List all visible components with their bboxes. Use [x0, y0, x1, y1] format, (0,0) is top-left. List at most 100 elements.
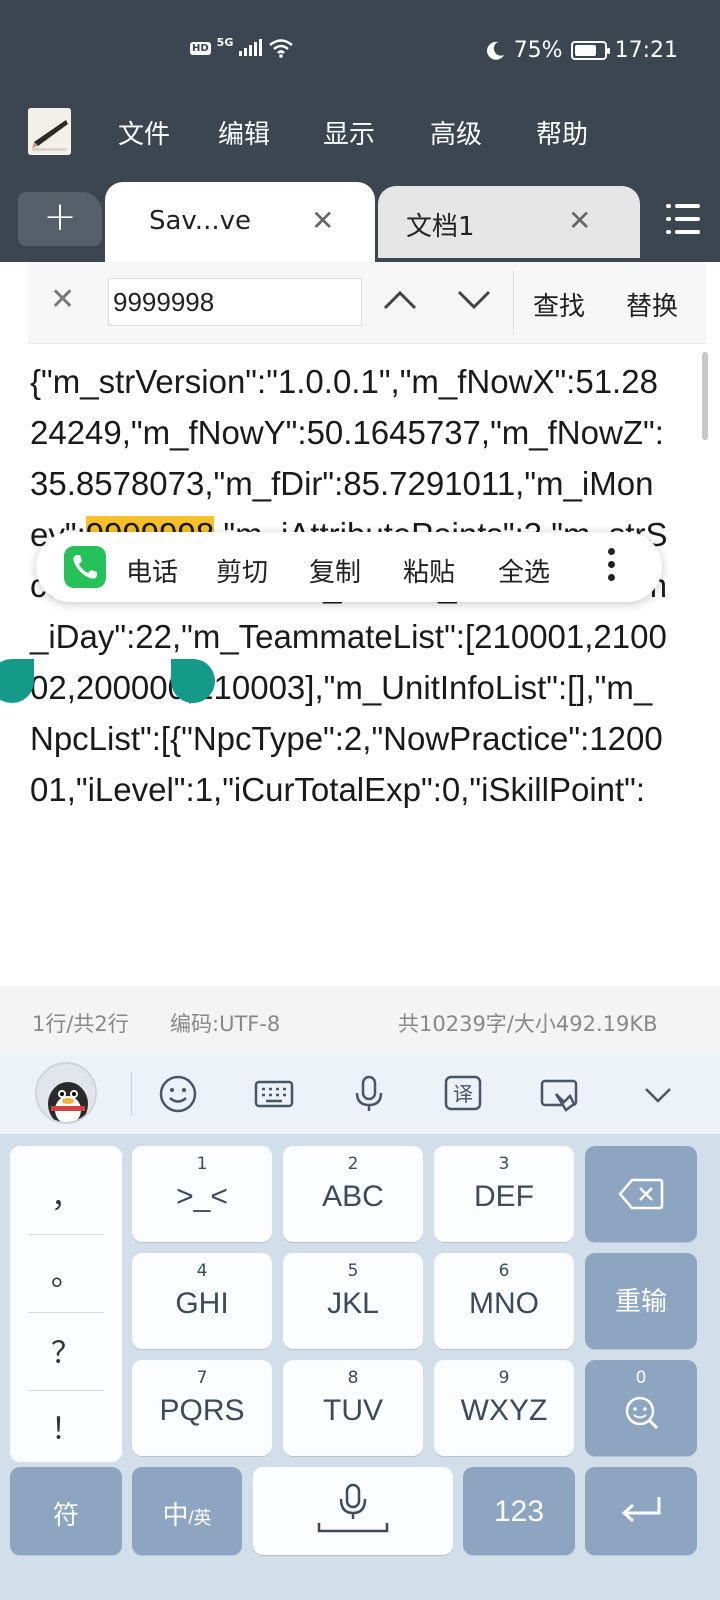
key-label: TUV [323, 1394, 383, 1427]
key-number: 7 [196, 1368, 208, 1388]
network-type: 5G [216, 35, 234, 49]
wifi-icon [269, 39, 294, 58]
key-8[interactable]: 8 TUV [283, 1360, 423, 1456]
punct-exclaim[interactable]: ！ [10, 1404, 122, 1448]
battery-fill [574, 45, 596, 56]
key-2[interactable]: 2 ABC [283, 1146, 423, 1242]
menu-file[interactable]: 文件 [118, 114, 170, 151]
key-label: 符 [52, 1500, 79, 1530]
menu-paste[interactable]: 粘贴 [403, 552, 455, 589]
selection-end-handle[interactable] [171, 659, 215, 703]
key-label: JKL [327, 1287, 379, 1320]
menu-view[interactable]: 显示 [323, 114, 375, 151]
new-tab-button[interactable]: + [18, 192, 102, 246]
scrollbar[interactable] [702, 352, 708, 440]
menu-call[interactable]: 电话 [126, 552, 178, 589]
encoding-info: 编码:UTF-8 [170, 1012, 281, 1036]
key-6[interactable]: 6 MNO [434, 1253, 574, 1349]
status-bar: HD 5G 75% 17:21 [0, 0, 720, 82]
punct-question[interactable]: ？ [10, 1328, 122, 1372]
battery-icon [570, 41, 610, 60]
menu-bar: 文件 编辑 显示 高级 帮助 [0, 82, 720, 182]
key-number: 5 [347, 1261, 359, 1281]
key-label: 123 [493, 1495, 545, 1528]
menu-edit[interactable]: 编辑 [218, 114, 270, 151]
lang-main: 中 [162, 1500, 189, 1530]
key-number: 3 [498, 1154, 510, 1174]
smart-search-icon [625, 1396, 659, 1430]
key-label: 中/英 [132, 1495, 242, 1532]
key-0-search[interactable]: 0 [585, 1360, 697, 1456]
hd-badge: HD [190, 41, 211, 55]
key-label: >_< [176, 1180, 228, 1213]
close-tab-icon[interactable]: ✕ [568, 204, 591, 237]
space-key[interactable] [253, 1467, 453, 1555]
key-label: 重输 [614, 1286, 667, 1316]
search-input[interactable] [108, 278, 362, 326]
selection-start-handle[interactable] [0, 659, 34, 703]
divider [513, 270, 514, 334]
editor-content[interactable]: {"m_strVersion":"1.0.0.1","m_fNowX":51.2… [0, 344, 720, 986]
key-1[interactable]: 1 >_< [132, 1146, 272, 1242]
moon-icon [486, 41, 504, 60]
divider [28, 1234, 104, 1235]
handwriting-icon[interactable] [540, 1074, 580, 1114]
key-4[interactable]: 4 GHI [132, 1253, 272, 1349]
menu-help[interactable]: 帮助 [536, 114, 588, 151]
menu-cut[interactable]: 剪切 [216, 552, 268, 589]
more-options-icon[interactable] [606, 548, 616, 588]
signal-indicators: HD 5G [190, 35, 294, 58]
key-7[interactable]: 7 PQRS [132, 1360, 272, 1456]
penguin-avatar-icon[interactable] [35, 1062, 97, 1124]
key-5[interactable]: 5 JKL [283, 1253, 423, 1349]
document-info-bar: 1行/共2行 编码:UTF-8 共10239字/大小492.19KB [0, 986, 720, 1054]
key-number: 9 [498, 1368, 510, 1388]
key-label: PQRS [159, 1394, 245, 1427]
numbers-key[interactable]: 123 [463, 1467, 575, 1555]
key-label: MNO [469, 1287, 539, 1320]
phone-icon[interactable] [64, 546, 106, 588]
menu-copy[interactable]: 复制 [309, 552, 361, 589]
key-label: DEF [474, 1180, 534, 1213]
enter-icon [621, 1497, 661, 1523]
divider [28, 1312, 104, 1313]
emoji-icon[interactable] [158, 1074, 198, 1114]
punct-period[interactable]: 。 [10, 1250, 122, 1294]
find-button[interactable]: 查找 [533, 286, 585, 323]
tab-list-icon[interactable] [666, 202, 700, 236]
previous-match-icon[interactable] [380, 284, 420, 314]
symbols-key[interactable]: 符 [10, 1467, 122, 1555]
divider [28, 1390, 104, 1391]
app-logo-icon[interactable] [28, 108, 71, 155]
keyboard-toolbar: 译 [0, 1054, 720, 1134]
key-3[interactable]: 3 DEF [434, 1146, 574, 1242]
tab-save[interactable]: Sav...ve ✕ [105, 182, 375, 262]
enter-key[interactable] [585, 1467, 697, 1555]
lang-alt: /英 [188, 1508, 212, 1528]
key-label: GHI [175, 1287, 229, 1320]
tab-document1[interactable]: 文档1 ✕ [378, 186, 640, 258]
menu-advanced[interactable]: 高级 [430, 114, 482, 151]
backspace-icon [618, 1178, 664, 1210]
retype-key[interactable]: 重输 [585, 1253, 697, 1349]
key-label: ABC [322, 1180, 384, 1213]
backspace-key[interactable] [585, 1146, 697, 1242]
tab-label: Sav...ve [149, 206, 251, 236]
next-match-icon[interactable] [454, 284, 494, 314]
punctuation-column[interactable]: ， 。 ？ ！ [10, 1146, 122, 1462]
key-9[interactable]: 9 WXYZ [434, 1360, 574, 1456]
punct-comma[interactable]: ， [10, 1172, 122, 1216]
microphone-icon[interactable] [349, 1074, 389, 1114]
replace-button[interactable]: 替换 [626, 286, 678, 323]
close-search-icon[interactable]: ✕ [50, 282, 75, 317]
collapse-keyboard-icon[interactable] [638, 1074, 678, 1114]
close-tab-icon[interactable]: ✕ [311, 204, 334, 237]
translate-icon[interactable]: 译 [443, 1074, 483, 1114]
key-number: 2 [347, 1154, 359, 1174]
menu-select-all[interactable]: 全选 [498, 552, 550, 589]
language-switch-key[interactable]: 中/英 [132, 1467, 242, 1555]
cellular-signal-icon [239, 39, 263, 56]
key-number: 0 [635, 1368, 647, 1388]
tab-label: 文档1 [406, 212, 475, 242]
keyboard-icon[interactable] [254, 1074, 294, 1114]
